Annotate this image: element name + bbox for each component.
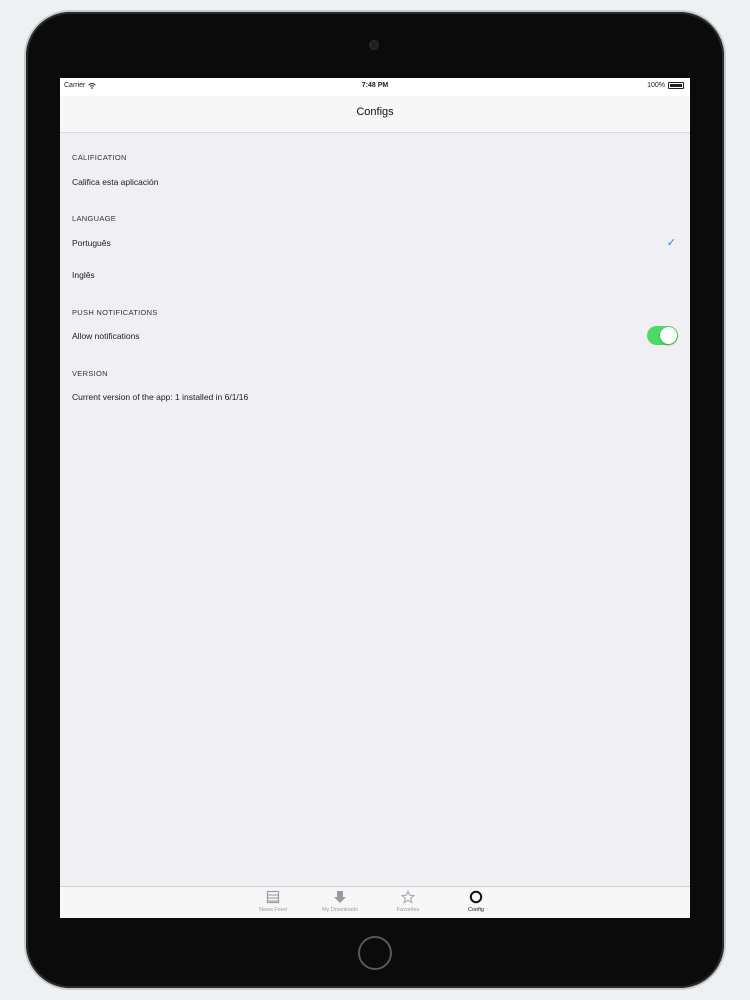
section-header-push-notifications: PUSH NOTIFICATIONS — [72, 308, 158, 317]
section-header-version: VERSION — [72, 369, 108, 378]
notifications-toggle[interactable] — [647, 326, 678, 345]
page-title: Configs — [356, 106, 394, 118]
tab-label: Config — [468, 907, 484, 913]
rate-app-row[interactable]: Califica esta aplicación — [60, 169, 690, 197]
checkmark-icon: ✓ — [666, 237, 676, 249]
list-icon — [266, 890, 280, 904]
camera-icon — [369, 40, 379, 50]
allow-notifications-row: Allow notifications — [60, 323, 690, 351]
language-option-label: Inglês — [72, 270, 95, 280]
toggle-knob — [660, 327, 677, 344]
download-arrow-icon — [334, 891, 346, 903]
version-row: Current version of the app: 1 installed … — [60, 384, 690, 412]
navigation-bar: Configs — [60, 96, 690, 133]
circle-icon — [469, 890, 483, 904]
battery-percent: 100% — [647, 82, 665, 89]
tab-favorites[interactable]: Favorites — [383, 890, 433, 913]
allow-notifications-label: Allow notifications — [72, 331, 140, 341]
ipad-frame: Carrier 7:48 PM 100% Configs CALIFICATIO… — [26, 12, 724, 988]
status-time: 7:48 PM — [361, 82, 389, 89]
home-button[interactable] — [358, 936, 392, 970]
app-screen: Carrier 7:48 PM 100% Configs CALIFICATIO… — [60, 78, 690, 918]
language-option-english[interactable]: Inglês — [60, 262, 690, 290]
tab-label: News Feed — [259, 907, 287, 913]
tab-label: Favorites — [396, 907, 420, 913]
battery-icon — [668, 82, 684, 89]
tab-my-downloads[interactable]: My Downloads — [315, 890, 365, 913]
tab-bar: News Feed My Downloads Favorites Config — [60, 886, 690, 918]
status-bar: Carrier 7:48 PM 100% — [60, 78, 690, 96]
section-header-calification: CALIFICATION — [72, 153, 127, 162]
language-option-label: Português — [72, 238, 111, 248]
version-label: Current version of the app: 1 installed … — [72, 392, 249, 402]
tab-config[interactable]: Config — [451, 890, 501, 913]
tab-news-feed[interactable]: News Feed — [248, 890, 298, 913]
rate-app-label: Califica esta aplicación — [72, 177, 159, 187]
star-icon — [401, 890, 415, 904]
section-header-language: LANGUAGE — [72, 214, 117, 223]
status-right: 100% — [647, 82, 684, 89]
tab-label: My Downloads — [321, 907, 359, 913]
language-option-portuguese[interactable]: Português ✓ — [60, 230, 690, 258]
